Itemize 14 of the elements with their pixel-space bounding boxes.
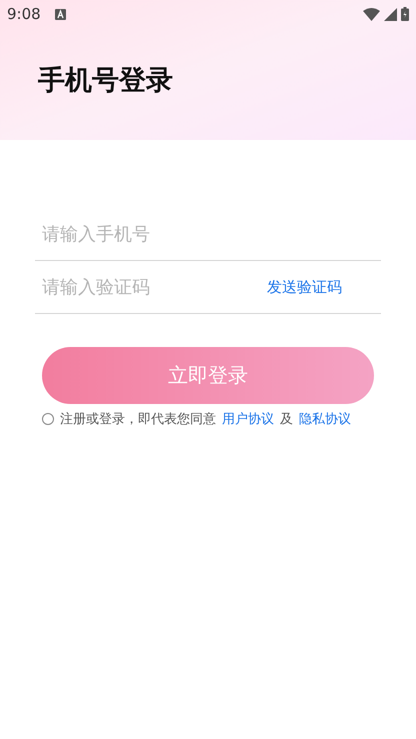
phone-input-field[interactable]: 请输入手机号 — [35, 216, 381, 252]
send-code-link[interactable]: 发送验证码 — [267, 278, 342, 296]
conjunction-text: 及 — [280, 411, 293, 428]
page-title: 手机号登录 — [38, 66, 174, 96]
battery-icon — [401, 7, 409, 21]
agreement-radio[interactable] — [42, 413, 54, 425]
code-input-field[interactable]: 请输入验证码 — [35, 269, 267, 305]
wifi-icon — [363, 8, 380, 20]
signal-icon — [384, 8, 397, 20]
status-time: 9:08 — [7, 5, 41, 23]
user-agreement-link[interactable]: 用户协议 — [222, 410, 274, 428]
agreement-text: 注册或登录，即代表您同意 — [60, 411, 216, 428]
privacy-policy-link[interactable]: 隐私协议 — [299, 410, 351, 428]
keyboard-notification-icon — [54, 8, 66, 20]
